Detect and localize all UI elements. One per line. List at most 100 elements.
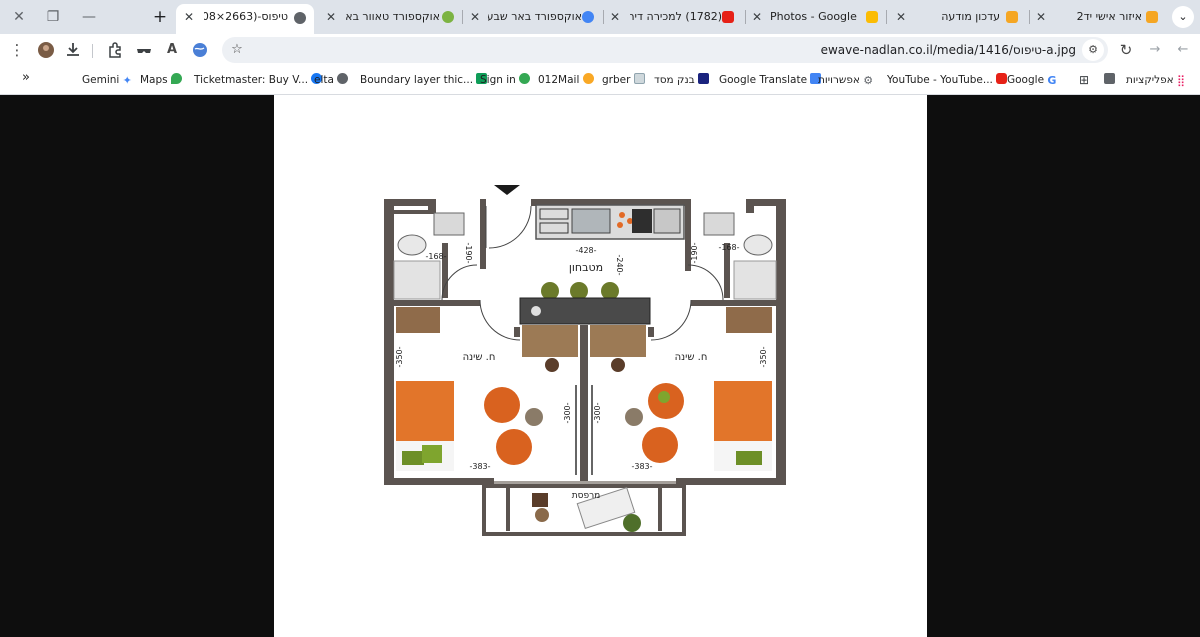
bookmarks-bar: » Gemini ✦ Maps Ticketmaster: Buy V... e…: [0, 66, 1200, 95]
site-icon: [442, 11, 454, 23]
globe-icon: [294, 12, 306, 24]
bookmark-label: 012Mail: [538, 74, 580, 86]
bookmark-012mail[interactable]: 012Mail: [538, 72, 594, 88]
tab-search-chevron-icon[interactable]: ⌄: [1172, 6, 1194, 28]
extensions-puzzle-icon[interactable]: [104, 39, 126, 61]
close-tab-icon[interactable]: ✕: [182, 4, 196, 30]
more-bookmarks-chevron-icon[interactable]: »: [22, 70, 30, 86]
back-arrow-icon[interactable]: ←: [1172, 39, 1194, 61]
download-icon[interactable]: [62, 39, 84, 61]
tab-title: אוקספורד באר שבע -: [488, 10, 582, 23]
restore-window-icon[interactable]: ❐: [42, 6, 64, 28]
google-icon: [582, 11, 594, 23]
bookmark-apps-label[interactable]: ⣿ אפליקציות: [1126, 72, 1185, 88]
apps-grid-icon: ⣿: [1177, 74, 1186, 87]
youtube-icon: [996, 73, 1008, 84]
dim-room-left-h: -383-: [469, 462, 490, 471]
tab-title: טיפוס-(2663×3208): [204, 10, 288, 23]
bank-icon: [698, 73, 710, 84]
dim-mid-right: -300-: [593, 402, 602, 423]
sign-in-icon: [519, 73, 531, 84]
maps-pin-icon: [170, 73, 182, 84]
bookmark-grber[interactable]: grber: [602, 72, 645, 88]
kitchen-label: מטבחון: [569, 261, 603, 274]
bookmark-label: grber: [602, 74, 631, 86]
tab[interactable]: ✕ איזור אישי יד2: [1032, 5, 1166, 29]
dim-room-left-v: -350-: [395, 346, 404, 367]
gemini-icon: ✦: [122, 74, 132, 87]
tab-separator: [1029, 10, 1030, 24]
tab-active[interactable]: ✕ טיפוס-(2663×3208): [176, 4, 314, 34]
floor-plan-image[interactable]: -428- מטבחון -240- -168- -168- -190- -19…: [274, 95, 927, 637]
new-tab-button[interactable]: +: [149, 6, 171, 28]
mail-smiley-icon: [582, 73, 594, 84]
close-tab-icon[interactable]: ✕: [894, 5, 908, 29]
incognito-mask-icon[interactable]: [133, 39, 155, 61]
floor-plan: -428- מטבחון -240- -168- -168- -190- -19…: [384, 185, 786, 536]
dim-mid-left: -300-: [563, 402, 572, 423]
bookmark-elta[interactable]: elta: [314, 72, 349, 88]
youtube-icon: [722, 11, 734, 23]
avatar[interactable]: [35, 39, 57, 61]
bookmark-youtube[interactable]: YouTube - YouTube...: [887, 72, 1008, 88]
close-tab-icon[interactable]: ✕: [468, 5, 482, 29]
bookmark-google-translate[interactable]: Google Translate: [719, 72, 822, 88]
bookmark-ticketmaster[interactable]: Ticketmaster: Buy V...: [194, 72, 323, 88]
bookmark-apps-grid[interactable]: ⊞: [1079, 72, 1089, 88]
reload-icon[interactable]: ↻: [1115, 39, 1137, 61]
close-tab-icon[interactable]: ✕: [324, 5, 338, 29]
address-bar[interactable]: ☆ ewave-nadlan.co.il/media/1416/טיפוס-a.…: [222, 37, 1108, 63]
menu-kebab-icon[interactable]: ⋮: [6, 39, 28, 61]
desk-right: [590, 325, 646, 357]
page-content: -428- מטבחון -240- -168- -168- -190- -19…: [0, 95, 1200, 637]
close-tab-icon[interactable]: ✕: [1034, 5, 1048, 29]
bookmark-maps[interactable]: Maps: [140, 72, 182, 88]
bookmark-bank-masad[interactable]: בנק מסד: [654, 72, 710, 88]
bookmark-apps[interactable]: [1104, 72, 1115, 88]
tab[interactable]: ✕ Photos - Google Pho: [748, 5, 886, 29]
bookmark-label: אפליקציות: [1126, 74, 1174, 86]
wardrobe-left: [396, 307, 440, 333]
tab-separator: [603, 10, 604, 24]
forward-arrow-icon[interactable]: →: [1144, 39, 1166, 61]
bookmark-sign-in[interactable]: Sign in: [480, 72, 531, 88]
toolbar: ⋮ A ☆ ewave-nadlan.co.il/media/1416/טיפו…: [0, 34, 1200, 66]
desk-left: [522, 325, 578, 357]
dim-bath-left: -168-: [425, 252, 446, 261]
gear-icon: ⚙: [863, 74, 874, 87]
bookmark-boundary-layer[interactable]: Boundary layer thic...: [360, 72, 488, 88]
tab-separator: [745, 10, 746, 24]
tab-title: אוקספורד טאוור באר: [346, 10, 440, 23]
bookmark-options[interactable]: ⚙ אפשרויות: [818, 72, 873, 88]
bookmark-star-icon[interactable]: ☆: [226, 39, 248, 61]
dim-kitchen-width: -428-: [575, 246, 596, 255]
site-settings-icon[interactable]: ⚙: [1082, 39, 1104, 61]
tab[interactable]: ✕ (1782) למכירה דירה ב: [606, 5, 744, 29]
bookmark-google[interactable]: Google G: [1007, 72, 1056, 88]
tab[interactable]: ✕ אוקספורד טאוור באר: [322, 5, 460, 29]
wardrobe-right: [726, 307, 772, 333]
bookmark-gemini[interactable]: Gemini ✦: [82, 72, 132, 88]
grid-icon: ⊞: [1079, 73, 1090, 87]
close-tab-icon[interactable]: ✕: [608, 5, 622, 29]
minimize-window-icon[interactable]: —: [78, 6, 100, 28]
tab-title: איזור אישי יד2: [1076, 10, 1142, 23]
balcony-chair: [532, 493, 548, 507]
tab[interactable]: ✕ אוקספורד באר שבע -: [464, 5, 602, 29]
tab[interactable]: ✕ עדכון מודעה: [890, 5, 1028, 29]
bookmark-label: Ticketmaster: Buy V...: [194, 74, 309, 86]
balcony-label: מרפסת: [572, 491, 601, 501]
close-tab-icon[interactable]: ✕: [750, 5, 764, 29]
font-extension-icon[interactable]: A: [161, 39, 183, 61]
url-text[interactable]: ewave-nadlan.co.il/media/1416/טיפוס-a.jp…: [821, 37, 1076, 63]
globe-extension-icon[interactable]: [189, 39, 211, 61]
bookmark-label: elta: [314, 74, 334, 86]
bookmark-label: Gemini: [82, 74, 120, 86]
balcony-table: [535, 508, 549, 522]
close-window-icon[interactable]: ✕: [8, 6, 30, 28]
browser-chrome: ✕ ❐ — + ✕ טיפוס-(2663×3208) ✕ אוקספורד ט…: [0, 0, 1200, 95]
dining-island: [519, 282, 651, 325]
dim-bath-right-v: -190-: [690, 242, 699, 263]
document-icon: [633, 73, 645, 84]
bedroom-left-label: ח. שינה: [463, 352, 496, 363]
